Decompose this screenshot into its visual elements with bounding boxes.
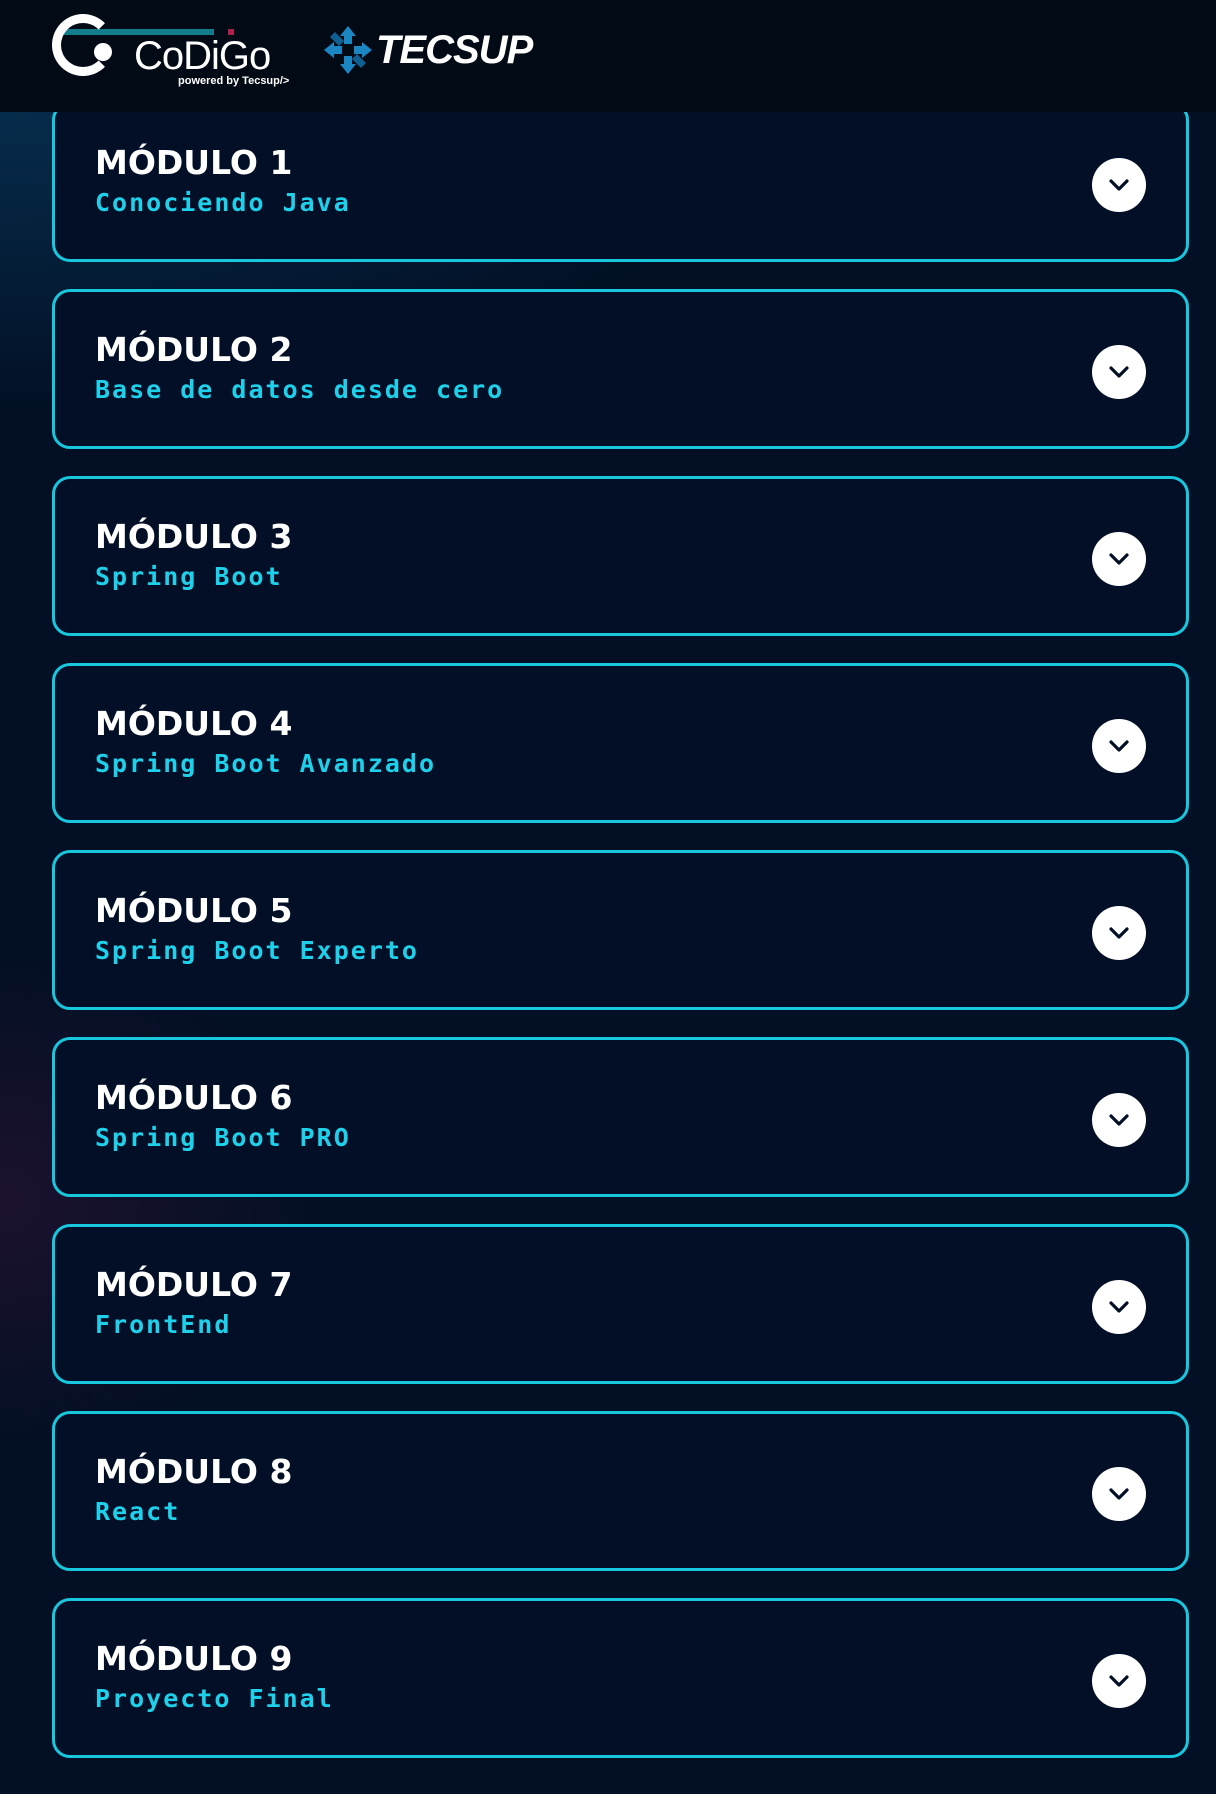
expand-toggle-button[interactable]	[1092, 906, 1146, 960]
modules-accordion: MÓDULO 1 Conociendo Java MÓDULO 2 Base de d…	[52, 102, 1189, 1785]
tecsup-logo[interactable]: TECSUP	[322, 24, 542, 80]
module-title: MÓDULO 5	[95, 891, 293, 930]
module-title: MÓDULO 9	[95, 1639, 293, 1678]
module-accordion-item[interactable]: MÓDULO 2 Base de datos desde cero	[52, 289, 1189, 449]
tecsup-emblem-icon	[324, 26, 372, 74]
module-title: MÓDULO 1	[95, 143, 293, 182]
module-title: MÓDULO 7	[95, 1265, 293, 1304]
codigo-tagline: powered by Tecsup/>	[178, 75, 290, 87]
module-accordion-item[interactable]: MÓDULO 6 Spring Boot PRO	[52, 1037, 1189, 1197]
module-accordion-item[interactable]: MÓDULO 4 Spring Boot Avanzado	[52, 663, 1189, 823]
codigo-dot-icon	[94, 43, 112, 61]
module-accordion-item[interactable]: MÓDULO 3 Spring Boot	[52, 476, 1189, 636]
chevron-down-icon	[1109, 1301, 1129, 1313]
module-accordion-item[interactable]: MÓDULO 8 React	[52, 1411, 1189, 1571]
codigo-logo[interactable]: CoDiGo powered by Tecsup/>	[50, 12, 300, 92]
expand-toggle-button[interactable]	[1092, 158, 1146, 212]
tecsup-logo-text: TECSUP	[376, 28, 533, 72]
module-accordion-item[interactable]: MÓDULO 1 Conociendo Java	[52, 102, 1189, 262]
module-title: MÓDULO 4	[95, 704, 293, 743]
module-subtitle: FrontEnd	[95, 1310, 232, 1339]
module-subtitle: Conociendo Java	[95, 188, 351, 217]
module-subtitle: Spring Boot	[95, 562, 283, 591]
module-accordion-item[interactable]: MÓDULO 5 Spring Boot Experto	[52, 850, 1189, 1010]
chevron-down-icon	[1109, 553, 1129, 565]
module-title: MÓDULO 3	[95, 517, 293, 556]
codigo-logo-text: CoDiGo	[134, 34, 271, 78]
module-title: MÓDULO 2	[95, 330, 293, 369]
expand-toggle-button[interactable]	[1092, 719, 1146, 773]
expand-toggle-button[interactable]	[1092, 532, 1146, 586]
chevron-down-icon	[1109, 1114, 1129, 1126]
module-subtitle: Spring Boot Experto	[95, 936, 419, 965]
module-subtitle: Spring Boot Avanzado	[95, 749, 437, 778]
chevron-down-icon	[1109, 179, 1129, 191]
module-subtitle: Base de datos desde cero	[95, 375, 505, 404]
module-title: MÓDULO 8	[95, 1452, 293, 1491]
chevron-down-icon	[1109, 1675, 1129, 1687]
site-header: CoDiGo powered by Tecsup/> TECSUP	[0, 0, 1216, 112]
module-subtitle: Proyecto Final	[95, 1684, 334, 1713]
expand-toggle-button[interactable]	[1092, 1654, 1146, 1708]
chevron-down-icon	[1109, 927, 1129, 939]
module-subtitle: Spring Boot PRO	[95, 1123, 351, 1152]
module-subtitle: React	[95, 1497, 181, 1526]
expand-toggle-button[interactable]	[1092, 345, 1146, 399]
chevron-down-icon	[1109, 366, 1129, 378]
chevron-down-icon	[1109, 740, 1129, 752]
module-title: MÓDULO 6	[95, 1078, 293, 1117]
module-accordion-item[interactable]: MÓDULO 9 Proyecto Final	[52, 1598, 1189, 1758]
expand-toggle-button[interactable]	[1092, 1467, 1146, 1521]
expand-toggle-button[interactable]	[1092, 1280, 1146, 1334]
chevron-down-icon	[1109, 1488, 1129, 1500]
expand-toggle-button[interactable]	[1092, 1093, 1146, 1147]
module-accordion-item[interactable]: MÓDULO 7 FrontEnd	[52, 1224, 1189, 1384]
